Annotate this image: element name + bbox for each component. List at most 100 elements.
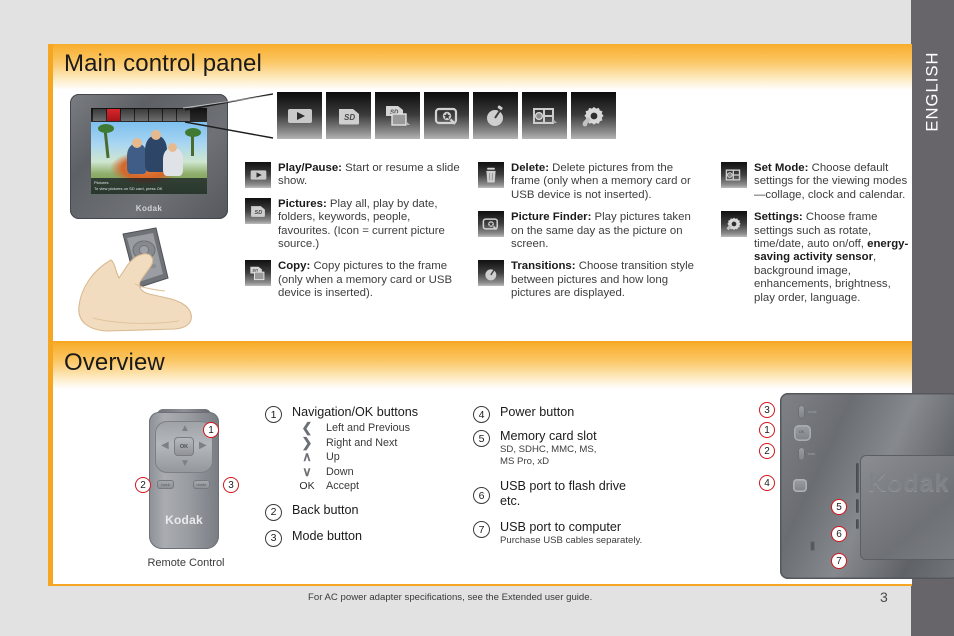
- overview-list-left: 1 Navigation/OK buttons ❮ Left and Previ…: [265, 405, 470, 548]
- mode-label-back: mode: [808, 410, 817, 414]
- transitions-icon: [478, 260, 504, 287]
- picture-finder-icon[interactable]: [424, 92, 469, 139]
- mode-button-back[interactable]: [798, 405, 805, 419]
- callout-badge-back-5: 5: [831, 499, 847, 515]
- power-button-back[interactable]: [793, 479, 807, 492]
- ok-label: OK: [299, 480, 315, 493]
- frame-menu-cell-copy: [121, 109, 134, 121]
- pictures-sd-icon: SD: [245, 197, 271, 224]
- nav-label: Right and Next: [326, 436, 398, 449]
- callout-badge-3: 3: [223, 477, 239, 493]
- settings-gear-icon: [721, 211, 747, 238]
- transitions-icon[interactable]: [473, 92, 518, 139]
- nav-label: Up: [326, 451, 340, 464]
- settings-gear-icon[interactable]: [571, 92, 616, 139]
- list-title-cont: etc.: [500, 494, 521, 508]
- callout-badge-1: 1: [203, 422, 219, 438]
- nav-row-right: ❯ Right and Next: [292, 434, 470, 451]
- up-arrow-icon[interactable]: ▲: [180, 424, 190, 434]
- frame-menu-bar: [91, 108, 207, 122]
- desc-text: Picture Finder: Play pictures taken on t…: [511, 211, 700, 251]
- list-item-power-button: 4 Power button: [473, 405, 693, 423]
- remote-caption: Remote Control: [147, 557, 225, 569]
- desc-text: Settings: Choose frame settings such as …: [754, 211, 911, 305]
- nav-row-up: ∧ Up: [292, 450, 470, 465]
- desc-term: Transitions:: [511, 260, 576, 273]
- list-title: Power button: [500, 405, 575, 419]
- frame-menu-cell-transitions: [149, 109, 162, 121]
- desc-text: Transitions: Choose transition style bet…: [511, 260, 700, 300]
- down-arrow-icon[interactable]: ▼: [180, 459, 190, 469]
- desc-set-mode: Set Mode: Choose default settings for th…: [721, 162, 911, 202]
- callout-badge-2: 2: [135, 477, 151, 493]
- callout-badge-back-4: 4: [759, 475, 775, 491]
- list-item-mode-button: 3 Mode button: [265, 529, 470, 547]
- description-column-3: Set Mode: Choose default settings for th…: [721, 162, 911, 314]
- desc-term: Delete:: [511, 162, 549, 174]
- desc-text: Set Mode: Choose default settings for th…: [754, 162, 911, 202]
- desc-term: Set Mode:: [754, 162, 809, 174]
- list-number: 3: [265, 529, 282, 547]
- language-tab-label: ENGLISH: [923, 51, 941, 132]
- frame-back-view-illustration: mode OK back Kodak 3 1 2 4 5 6 7: [753, 389, 954, 584]
- set-mode-icon[interactable]: [522, 92, 567, 139]
- svg-text:SD: SD: [344, 113, 355, 122]
- right-arrow-icon[interactable]: ▶: [199, 441, 207, 451]
- play-pause-icon[interactable]: [277, 92, 322, 139]
- mode-button[interactable]: mode: [193, 480, 210, 489]
- chevron-up-icon: ∧: [302, 449, 312, 465]
- list-subtitle: Purchase USB cables separately.: [500, 535, 643, 546]
- control-panel-icon-strip: SD SD: [277, 92, 616, 139]
- dc-in-jack-back: [810, 541, 815, 551]
- nav-row-ok: OK Accept: [292, 479, 470, 494]
- footer-divider: [48, 584, 912, 586]
- desc-settings: Settings: Choose frame settings such as …: [721, 211, 911, 305]
- left-arrow-icon[interactable]: ◀: [161, 441, 169, 451]
- copy-icon[interactable]: SD: [375, 92, 420, 139]
- desc-text: Play/Pause: Start or resume a slide show…: [278, 162, 460, 189]
- overview-title: Overview: [64, 349, 165, 376]
- list-item-back-button: 2 Back button: [265, 503, 470, 521]
- usb-computer-port-back[interactable]: [856, 519, 859, 529]
- chevron-right-icon: ❯: [301, 434, 313, 450]
- back-label-back: back: [808, 452, 816, 456]
- usb-flash-port-back[interactable]: [856, 499, 859, 513]
- desc-play-pause: Play/Pause: Start or resume a slide show…: [245, 162, 460, 189]
- frame-menu-cell-pictures-selected: [107, 109, 120, 121]
- page-title: Main control panel: [64, 50, 262, 77]
- desc-text: Delete: Delete pictures from the frame (…: [511, 162, 700, 202]
- callout-badge-back-2: 2: [759, 443, 775, 459]
- back-button[interactable]: back: [157, 480, 174, 489]
- list-title: USB port to flash drive: [500, 479, 626, 493]
- desc-text: Copy: Copy pictures to the frame (only w…: [278, 260, 460, 300]
- desc-term: Settings:: [754, 211, 803, 224]
- back-button-back[interactable]: [798, 447, 805, 461]
- footer-note: For AC power adapter specifications, see…: [308, 592, 593, 603]
- frame-menu-cell-play: [93, 109, 106, 121]
- copy-icon: SD: [245, 260, 271, 287]
- description-column-1: Play/Pause: Start or resume a slide show…: [245, 162, 460, 310]
- description-column-2: Delete: Delete pictures from the frame (…: [478, 162, 700, 310]
- callout-badge-back-1: 1: [759, 422, 775, 438]
- list-number: 4: [473, 406, 490, 423]
- hand-holding-remote-illustration: [78, 227, 192, 332]
- frame-menu-cell-finder: [135, 109, 148, 121]
- frame-back-body: mode OK back Kodak: [780, 393, 954, 579]
- desc-text: Pictures: Play all, play by date, folder…: [278, 198, 460, 252]
- overview-header: Overview: [53, 341, 912, 389]
- pictures-sd-icon[interactable]: SD: [326, 92, 371, 139]
- ok-button[interactable]: OK: [174, 437, 194, 456]
- list-subtitle: SD, SDHC, MMC, MS,: [500, 444, 597, 455]
- frame-caption-line2: To view pictures on SD card, press OK: [94, 186, 163, 191]
- hand-icon: [78, 253, 192, 332]
- nav-row-down: ∨ Down: [292, 464, 470, 480]
- frame-back-brand: Kodak: [868, 469, 950, 497]
- digital-frame-illustration: Pictures To view pictures on SD card, pr…: [70, 94, 228, 219]
- desc-picture-finder: Picture Finder: Play pictures taken on t…: [478, 211, 700, 251]
- delete-trash-icon: [478, 162, 504, 188]
- frame-brand-label: Kodak: [135, 204, 163, 213]
- overview-body: OK ▲ ▼ ◀ ▶ back mode Kodak Remote Contro…: [53, 389, 954, 584]
- memory-card-slot-back[interactable]: [856, 463, 859, 493]
- list-number: 1: [265, 406, 282, 423]
- desc-term: Pictures:: [278, 197, 327, 210]
